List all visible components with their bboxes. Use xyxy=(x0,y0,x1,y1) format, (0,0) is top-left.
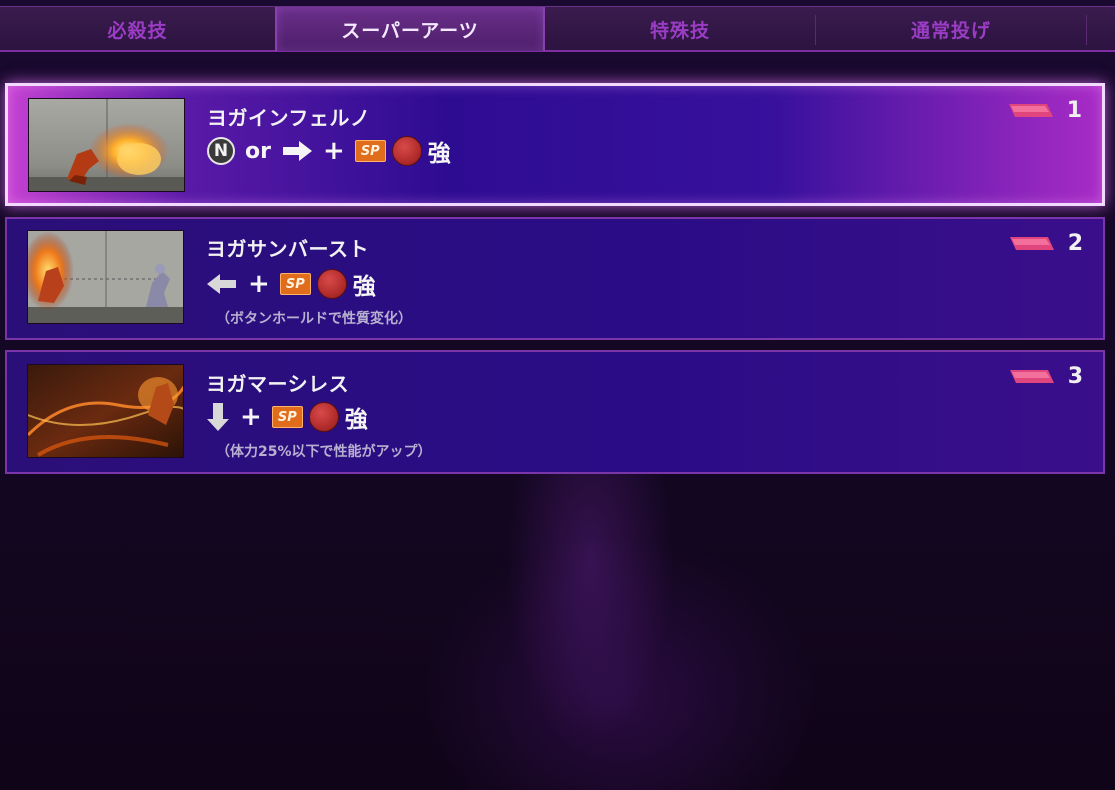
tab-divider xyxy=(1086,15,1087,45)
super-meter-icon xyxy=(1009,370,1054,383)
arrow-right-icon xyxy=(282,141,312,161)
command-plus: + xyxy=(248,269,270,299)
move-name: ヨガインフェルノ xyxy=(207,106,371,130)
tab-label: 特殊技 xyxy=(649,19,710,42)
tab-label: 必殺技 xyxy=(107,19,168,42)
strength-label: 強 xyxy=(427,141,451,167)
super-meter-cost: 2 xyxy=(1009,231,1083,256)
heavy-button-icon xyxy=(316,269,347,299)
move-row-yoga-inferno[interactable]: ヨガインフェルノ N or + SP 強 1 xyxy=(5,83,1105,206)
tab-label: 通常投げ xyxy=(910,19,991,42)
move-name: ヨガマーシレス xyxy=(206,372,350,396)
command-plus: + xyxy=(322,136,345,166)
move-command: N or + SP 強 xyxy=(207,134,451,168)
move-preview-thumbnail xyxy=(27,364,184,458)
strength-label: 強 xyxy=(344,407,368,433)
meter-level: 3 xyxy=(1067,364,1083,389)
tab-label: スーパーアーツ xyxy=(341,19,479,42)
move-preview-thumbnail xyxy=(27,230,184,324)
move-preview-thumbnail xyxy=(28,98,185,192)
preview-image xyxy=(29,99,184,191)
super-meter-icon xyxy=(1008,104,1053,117)
neutral-icon: N xyxy=(207,137,235,165)
tab-special-moves[interactable]: 必殺技 xyxy=(0,7,275,51)
move-note: （体力25%以下で性能がアップ） xyxy=(216,444,432,460)
move-row-yoga-merciless[interactable]: ヨガマーシレス + SP 強 （体力25%以下で性能がアップ） 3 xyxy=(5,350,1105,474)
super-meter-cost: 1 xyxy=(1008,98,1082,123)
move-command: + SP 強 xyxy=(206,400,368,434)
preview-image xyxy=(28,365,183,457)
arrow-down-icon xyxy=(207,403,229,431)
arrow-left-icon xyxy=(207,274,236,294)
heavy-button-icon xyxy=(391,136,422,166)
tab-throws[interactable]: 通常投げ xyxy=(816,7,1086,51)
heavy-button-icon xyxy=(308,402,339,432)
tab-super-arts[interactable]: スーパーアーツ xyxy=(275,7,545,51)
move-name: ヨガサンバースト xyxy=(206,237,369,261)
sp-badge-icon: SP xyxy=(354,140,386,162)
category-tab-bar: 必殺技 スーパーアーツ 特殊技 通常投げ xyxy=(0,6,1115,52)
command-or: or xyxy=(245,138,271,164)
move-note: （ボタンホールドで性質変化） xyxy=(216,311,412,327)
sp-badge-icon: SP xyxy=(279,273,311,295)
strength-label: 強 xyxy=(352,274,376,300)
super-meter-cost: 3 xyxy=(1009,364,1083,389)
preview-image xyxy=(28,231,183,323)
meter-level: 1 xyxy=(1066,98,1082,123)
move-row-yoga-sunburst[interactable]: ヨガサンバースト + SP 強 （ボタンホールドで性質変化） 2 xyxy=(5,217,1105,340)
tab-unique-attacks[interactable]: 特殊技 xyxy=(545,7,815,51)
move-command: + SP 強 xyxy=(206,267,376,301)
meter-level: 2 xyxy=(1067,231,1083,256)
super-meter-icon xyxy=(1009,237,1054,250)
command-plus: + xyxy=(240,402,262,432)
sp-badge-icon: SP xyxy=(271,406,303,428)
